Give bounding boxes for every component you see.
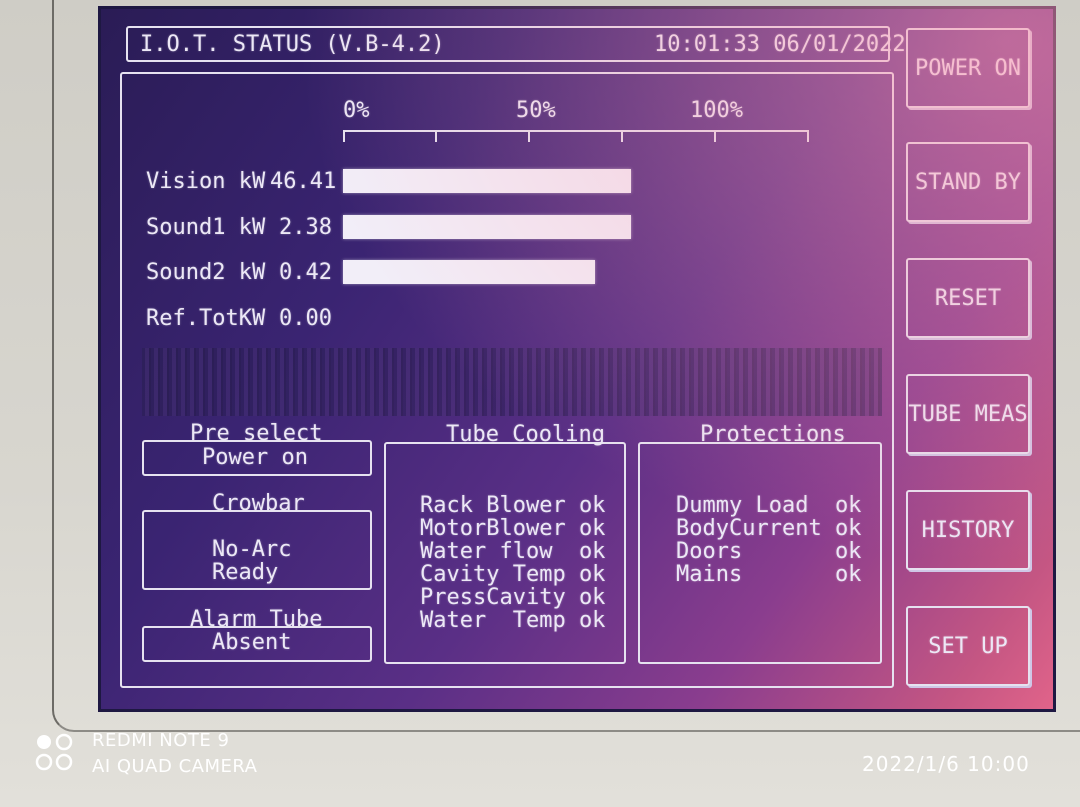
preselect-title: Pre select [190, 421, 323, 446]
reset-button[interactable]: RESET [906, 258, 1030, 338]
meter-bar-vision [343, 169, 631, 193]
meter-value-sound2: 0.42 [279, 260, 332, 285]
scale-tick [435, 130, 437, 142]
scale-label-0: 0% [343, 98, 370, 123]
clock-readout: 10:01:33 06/01/2022 [654, 32, 906, 57]
tube-cooling-line: PressCavity ok [420, 585, 606, 610]
protections-line: Mains ok [676, 562, 862, 587]
crowbar-title: Crowbar [212, 491, 305, 516]
meter-bar-sound2 [343, 260, 595, 284]
scale-tick [714, 130, 716, 142]
stand-by-button[interactable]: STAND BY [906, 142, 1030, 222]
meter-bar-sound1 [343, 215, 631, 239]
meter-value-sound1: 2.38 [279, 215, 332, 240]
meter-value-reftot: 0.00 [279, 306, 332, 331]
protections-line: BodyCurrent ok [676, 516, 862, 541]
meter-label-sound2: Sound2 kW [146, 260, 266, 285]
preselect-value: Power on [202, 445, 308, 470]
screen-title: I.O.T. STATUS (V.B-4.2) [140, 32, 445, 57]
watermark-device: REDMI NOTE 9 [92, 730, 230, 751]
protections-line: Doors ok [676, 539, 862, 564]
set-up-button[interactable]: SET UP [906, 606, 1030, 686]
tube-cooling-line: Cavity Temp ok [420, 562, 606, 587]
scale-tick [528, 130, 530, 142]
crowbar-line2: Ready [212, 560, 279, 585]
tube-meas-button[interactable]: TUBE MEAS [906, 374, 1030, 454]
scale-tick [621, 130, 623, 142]
history-button[interactable]: HISTORY [906, 490, 1030, 570]
tube-cooling-title: Tube Cooling [446, 422, 605, 447]
watermark-date: 2022/1/6 10:00 [862, 752, 1030, 776]
tube-cooling-line: MotorBlower ok [420, 516, 606, 541]
meter-label-vision: Vision kW [146, 169, 266, 194]
tube-cooling-line: Water Temp ok [420, 608, 606, 633]
scale-tick [807, 130, 809, 142]
scale-tick [343, 130, 345, 142]
alarm-tube-value: Absent [212, 630, 292, 655]
watermark-camera: AI QUAD CAMERA [92, 756, 258, 777]
scale-axis [343, 130, 809, 132]
tube-cooling-line: Water flow ok [420, 539, 606, 564]
crowbar-line1: No-Arc [212, 537, 292, 562]
protections-title: Protections [700, 422, 846, 447]
alarm-tube-title: Alarm Tube [190, 607, 323, 632]
lcd-screen: I.O.T. STATUS (V.B-4.2) 10:01:33 06/01/2… [98, 6, 1056, 712]
meter-value-vision: 46.41 [270, 169, 337, 194]
tube-cooling-line: Rack Blower ok [420, 493, 606, 518]
protections-line: Dummy Load ok [676, 493, 862, 518]
camera-logo-icon [35, 733, 73, 771]
scale-label-50: 50% [516, 98, 556, 123]
power-on-button[interactable]: POWER ON [906, 28, 1030, 108]
meter-label-sound1: Sound1 kW [146, 215, 266, 240]
meter-label-reftot: Ref.TotKW [146, 306, 266, 331]
display-noise-band [142, 348, 882, 416]
scale-label-100: 100% [690, 98, 743, 123]
